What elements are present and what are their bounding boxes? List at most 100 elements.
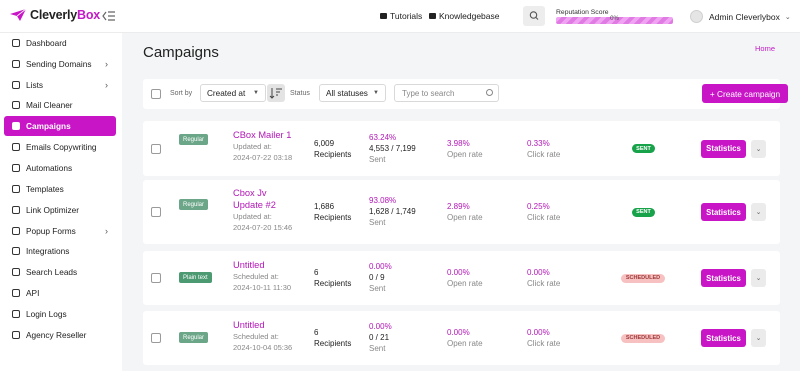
user-menu[interactable]: Admin Cleverlybox ⌄ xyxy=(690,10,791,23)
recipients-count: 6 xyxy=(314,328,319,337)
row-actions-dropdown[interactable]: ⌄ xyxy=(751,203,766,221)
row-checkbox[interactable] xyxy=(151,207,161,217)
status-badge: SCHEDULED xyxy=(621,273,665,283)
statistics-button[interactable]: Statistics xyxy=(701,329,746,347)
sidebar-item-login-logs[interactable]: Login Logs xyxy=(4,304,116,324)
campaign-row: Regular Untitled Scheduled at: 2024-10-04 0… xyxy=(143,311,780,365)
sent-stats: 63.24% 4,553 / 7,199 Sent xyxy=(369,132,416,165)
sent-percent: 0.00% xyxy=(369,322,392,331)
globe-icon xyxy=(12,60,20,68)
date-value: 2024-07-22 03:18 xyxy=(233,153,293,162)
sidebar-item-agency-reseller[interactable]: Agency Reseller xyxy=(4,325,116,345)
sort-select[interactable]: Created at ▼ xyxy=(200,84,266,102)
video-icon xyxy=(380,13,387,19)
logo[interactable]: CleverlyBox xyxy=(9,8,100,22)
breadcrumb-home[interactable]: Home xyxy=(755,44,775,53)
reputation-label: Reputation Score xyxy=(556,9,609,16)
click-rate-value: 0.33% xyxy=(527,138,550,148)
date-label: Updated at: xyxy=(233,212,272,221)
campaign-date: Scheduled at: 2024-10-04 05:36 xyxy=(233,331,292,353)
row-actions-dropdown[interactable]: ⌄ xyxy=(751,329,766,347)
status-select[interactable]: All statuses ▼ xyxy=(319,84,386,102)
campaign-name: Untitled xyxy=(233,320,265,330)
sidebar-item-lists[interactable]: Lists › xyxy=(4,75,116,95)
status-badge: SENT xyxy=(632,144,655,153)
sidebar-item-campaigns[interactable]: Campaigns xyxy=(4,116,116,136)
sidebar-item-label: Login Logs xyxy=(26,309,67,319)
sent-percent: 63.24% xyxy=(369,132,397,142)
sent-count: 4,553 / 7,199 xyxy=(369,143,416,153)
click-rate: 0.33% Click rate xyxy=(527,138,560,160)
campaign-name-link[interactable]: Untitled xyxy=(233,259,265,271)
date-value: 2024-10-04 05:36 xyxy=(233,343,293,352)
page-title: Campaigns xyxy=(143,44,219,61)
row-checkbox[interactable] xyxy=(151,143,161,154)
open-rate: 0.00% Open rate xyxy=(447,327,483,349)
campaign-row: Regular CBox Mailer 1 Updated at: 2024-07-2… xyxy=(143,121,780,176)
top-bar: CleverlyBox Tutorials Knowledgebase Repu… xyxy=(0,0,800,33)
collapse-sidebar-icon[interactable] xyxy=(102,10,116,22)
statistics-button[interactable]: Statistics xyxy=(701,203,746,221)
statistics-button[interactable]: Statistics xyxy=(701,139,746,158)
sort-direction-button[interactable] xyxy=(267,84,285,102)
sidebar-item-integrations[interactable]: Integrations xyxy=(4,241,116,261)
campaign-name-link[interactable]: CBox Mailer 1 xyxy=(233,129,291,141)
row-actions-dropdown[interactable]: ⌄ xyxy=(751,139,766,158)
open-rate-label: Open rate xyxy=(447,149,483,159)
sidebar-item-search-leads[interactable]: Search Leads xyxy=(4,262,116,282)
send-icon xyxy=(12,122,20,130)
sidebar-item-automations[interactable]: Automations xyxy=(4,158,116,178)
sort-label: Sort by xyxy=(170,90,193,97)
campaign-name-link[interactable]: Cbox Jv Update #2 xyxy=(233,187,276,211)
sidebar-item-label: Mail Cleaner xyxy=(26,100,73,110)
sidebar-item-link-optimizer[interactable]: Link Optimizer xyxy=(4,200,116,220)
open-rate: 2.89% Open rate xyxy=(447,201,483,223)
sidebar-item-label: Campaigns xyxy=(26,121,71,131)
sidebar-item-dashboard[interactable]: Dashboard xyxy=(4,33,116,53)
chevron-down-icon: ⌄ xyxy=(755,209,762,216)
global-search-button[interactable] xyxy=(523,6,545,26)
search-input[interactable] xyxy=(394,84,499,102)
row-checkbox[interactable] xyxy=(151,333,161,343)
sent-label: Sent xyxy=(369,344,386,353)
sidebar-item-mail-cleaner[interactable]: Mail Cleaner xyxy=(4,95,116,115)
campaign-row: Regular Cbox Jv Update #2 Updated at: 2024-0… xyxy=(143,180,780,244)
click-rate: 0.25% Click rate xyxy=(527,201,560,223)
knowledgebase-link[interactable]: Knowledgebase xyxy=(429,11,500,21)
click-rate-label: Click rate xyxy=(527,149,561,159)
sidebar-item-label: API xyxy=(26,288,40,298)
create-campaign-button[interactable]: + Create campaign xyxy=(702,84,788,103)
filter-bar: Sort by Created at ▼ Status All statuses… xyxy=(143,79,788,109)
sidebar-item-api[interactable]: API xyxy=(4,283,116,303)
open-rate-value: 3.98% xyxy=(447,138,470,148)
statistics-button[interactable]: Statistics xyxy=(701,269,746,287)
tutorials-label: Tutorials xyxy=(390,11,423,21)
campaign-date: Updated at: 2024-07-20 15:46 xyxy=(233,211,292,233)
sidebar: Dashboard Sending Domains › Lists › Mail Clea… xyxy=(0,33,122,371)
recipients-label: Recipients xyxy=(314,213,352,222)
tutorials-link[interactable]: Tutorials xyxy=(380,11,422,21)
campaign-name-link[interactable]: Untitled xyxy=(233,319,265,331)
sidebar-item-templates[interactable]: Templates xyxy=(4,179,116,199)
reputation-score: Reputation Score 0% xyxy=(556,9,673,24)
campaign-date: Scheduled at: 2024-10-11 11:30 xyxy=(233,271,291,293)
sidebar-item-label: Popup Forms xyxy=(26,226,76,236)
sidebar-item-sending-domains[interactable]: Sending Domains › xyxy=(4,54,116,74)
chevron-right-icon: › xyxy=(105,59,108,69)
select-all-checkbox[interactable] xyxy=(151,89,161,99)
search-icon xyxy=(529,11,539,20)
pen-icon xyxy=(12,143,20,151)
campaign-date: Updated at: 2024-07-22 03:18 xyxy=(233,141,292,163)
sort-order-icon xyxy=(269,88,282,99)
sidebar-item-label: Integrations xyxy=(26,246,70,256)
row-actions-dropdown[interactable]: ⌄ xyxy=(751,269,766,287)
log-icon xyxy=(12,310,20,318)
row-checkbox[interactable] xyxy=(151,273,161,283)
sent-label: Sent xyxy=(369,154,386,164)
date-label: Scheduled at: xyxy=(233,272,279,281)
campaign-type-badge: Regular xyxy=(179,199,209,210)
sidebar-item-popup-forms[interactable]: Popup Forms › xyxy=(4,221,116,241)
main-content: Campaigns Home Sort by Created at ▼ Stat… xyxy=(122,33,800,371)
sidebar-item-emails-copywriting[interactable]: Emails Copywriting xyxy=(4,137,116,157)
sidebar-item-label: Dashboard xyxy=(26,38,67,48)
